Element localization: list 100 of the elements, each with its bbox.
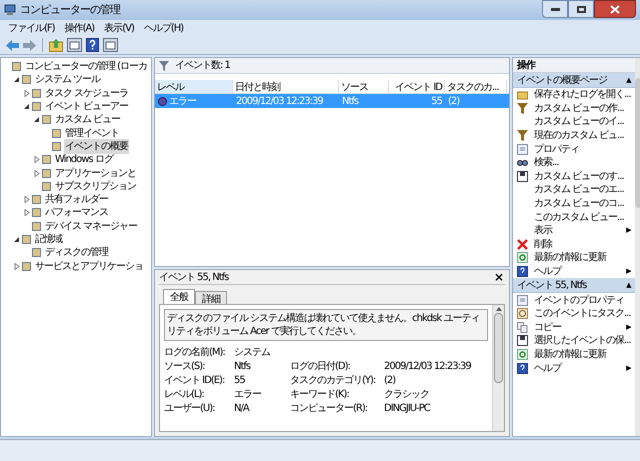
field-value: システム (234, 347, 270, 358)
tree-item[interactable]: パフォーマンス (44, 205, 109, 220)
filter-icon (159, 60, 169, 70)
menu-item[interactable]: 操作(A) (64, 20, 94, 36)
window-title: コンピューターの管理 (20, 2, 120, 18)
scrollbar[interactable] (492, 305, 504, 431)
expand-arrow-icon[interactable] (24, 90, 30, 97)
menu-item[interactable]: 表示(V) (104, 20, 134, 36)
expand-arrow-icon[interactable] (14, 262, 20, 270)
tree-item[interactable]: コンピューターの管理 (ローカ (24, 59, 148, 74)
action-item[interactable]: カスタム ビューのエ... (513, 183, 635, 197)
tree-item[interactable]: 共有フォルダー (44, 192, 109, 208)
column-header[interactable]: ソース (339, 80, 389, 93)
action-item[interactable]: 最新の情報に更新 (513, 251, 635, 265)
action-item[interactable]: プロパティ (513, 142, 635, 156)
node-icon (32, 222, 41, 231)
field-label: タスクのカテゴリ(Y): (290, 375, 376, 386)
help-icon (517, 266, 528, 278)
scroll-up-icon[interactable] (496, 307, 502, 311)
tree-item[interactable]: サービスとアプリケーショ (34, 258, 144, 274)
tree-item[interactable]: システム ツール (34, 72, 102, 88)
action-item[interactable]: カスタム ビューのす... (513, 170, 635, 184)
minimize-button[interactable] (542, 0, 568, 18)
field-value: (2) (384, 375, 396, 386)
action-item[interactable]: このイベントにタスク... (513, 306, 635, 320)
tree-item[interactable]: ディスクの管理 (44, 245, 109, 260)
tree-item[interactable]: Windows ログ (54, 152, 114, 168)
collapse-arrow-icon[interactable] (34, 116, 40, 124)
table-cell-text: 55 (431, 94, 442, 108)
field-label: イベント ID(E): (164, 375, 224, 386)
column-header[interactable]: イベント ID (389, 80, 445, 93)
help-icon (517, 362, 528, 374)
field-value: 2009/12/03 12:23:39 (384, 361, 471, 372)
expand-arrow-icon[interactable] (34, 156, 40, 164)
node-icon (42, 155, 51, 164)
node-icon (32, 208, 41, 218)
collapse-arrow-icon[interactable] (14, 76, 20, 84)
computer-icon (4, 4, 16, 16)
refresh-icon (517, 252, 528, 264)
tree-item[interactable]: 管理イベント (64, 126, 120, 141)
field-label: ログの名前(M): (164, 347, 225, 358)
field-label: ユーザー(U): (164, 403, 214, 414)
back-icon[interactable] (6, 40, 19, 50)
expand-arrow-icon[interactable] (24, 196, 30, 204)
menu-item[interactable]: ヘルプ(H) (144, 20, 184, 36)
tree-item[interactable]: イベントの概要 (64, 138, 129, 154)
tree-item[interactable]: カスタム ビュー (54, 112, 122, 128)
node-icon (42, 115, 51, 124)
node-icon (52, 142, 61, 151)
tab[interactable]: 詳細 (195, 291, 227, 304)
tree-item[interactable]: イベント ビューアー (44, 99, 130, 114)
tree-item[interactable]: 記憶域 (34, 232, 63, 248)
close-icon (610, 4, 620, 14)
tab[interactable]: 全般 (163, 289, 195, 304)
tree-item[interactable]: サブスクリプション (54, 178, 137, 194)
action-item[interactable]: カスタム ビューのイ... (513, 115, 635, 129)
action-item[interactable]: このカスタム ビュー... (513, 210, 635, 224)
field-label: ログの日付(D): (290, 361, 350, 372)
field-value: DINGJIU-PC (384, 403, 430, 414)
action-item[interactable]: 選択したイベントの保... (513, 334, 635, 348)
action-item[interactable]: 保存されたログを開く... (513, 88, 635, 102)
action-item[interactable]: 現在のカスタム ビュ... (513, 128, 635, 142)
tree-item[interactable]: デバイス マネージャー (44, 218, 138, 234)
node-icon (12, 62, 21, 72)
action-item[interactable]: 最新の情報に更新 (513, 348, 635, 362)
close-button[interactable] (594, 0, 636, 18)
minimize-icon (550, 8, 560, 10)
expand-arrow-icon[interactable] (34, 170, 40, 177)
menu-item[interactable]: ファイル(F) (8, 20, 55, 36)
field-label: レベル(L): (164, 389, 204, 400)
actions-title: 操作 (513, 58, 635, 73)
action-item[interactable]: イベントのプロパティ (513, 293, 635, 307)
column-header[interactable]: タスクのカ... (445, 80, 507, 93)
tree-item[interactable]: アプリケーションと (54, 166, 137, 181)
folder-up-icon[interactable] (49, 38, 63, 52)
help-icon[interactable] (86, 38, 99, 52)
action-item[interactable]: カスタム ビューの作... (513, 102, 635, 116)
section-title: イベント 55, Ntfs (517, 278, 586, 293)
node-icon (32, 248, 41, 258)
column-header[interactable]: 日付と時刻 (233, 80, 339, 93)
cross-icon (517, 238, 528, 250)
expand-arrow-icon[interactable] (24, 209, 30, 216)
maximize-button[interactable] (568, 0, 594, 18)
pane-icon[interactable] (67, 38, 82, 52)
node-icon (22, 262, 31, 271)
field-value: Ntfs (234, 361, 250, 372)
node-icon (32, 195, 41, 204)
action-item[interactable]: 削除 (513, 238, 635, 252)
collapse-arrow-icon[interactable] (24, 103, 30, 110)
collapse-arrow-icon[interactable] (14, 236, 20, 243)
table-cell-text: (2) (448, 94, 460, 108)
sheet-icon (517, 144, 528, 155)
action-item[interactable]: 検索... (513, 156, 635, 170)
pane-icon[interactable] (103, 38, 118, 52)
column-header[interactable]: レベル (155, 80, 233, 93)
field-value: N/A (234, 403, 249, 414)
close-button[interactable]: × (492, 271, 505, 283)
node-icon (42, 168, 51, 178)
tree-item[interactable]: タスク スケジューラ (44, 86, 130, 101)
action-item[interactable]: カスタム ビューのコ... (513, 196, 635, 210)
